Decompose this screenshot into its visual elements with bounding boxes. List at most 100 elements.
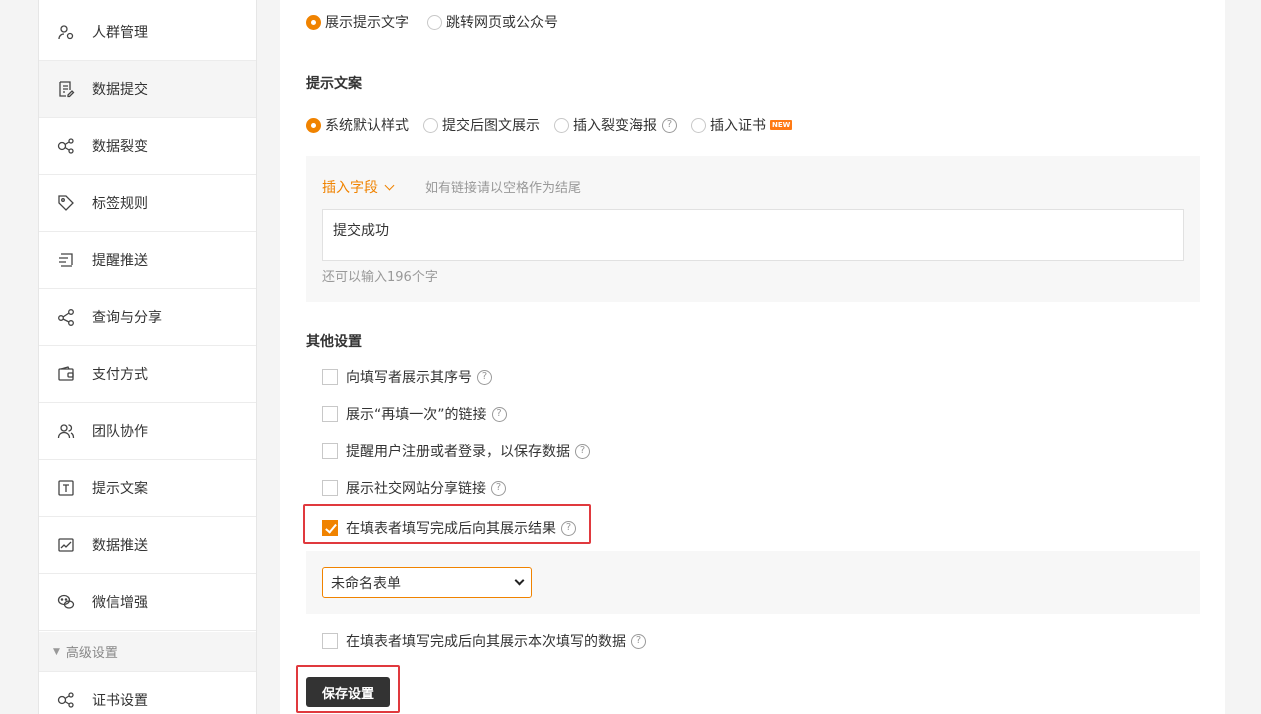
sidebar-item-label: 标签规则 <box>92 196 148 212</box>
sidebar-item-label: 提醒推送 <box>92 253 148 269</box>
tip-editor: 插入字段 如有链接请以空格作为结尾 提交成功 还可以输入196个字 <box>306 156 1200 302</box>
new-badge: NEW <box>770 120 793 130</box>
checkbox[interactable] <box>322 480 338 496</box>
radio-show-tip-text[interactable]: 展示提示文字 <box>306 12 409 32</box>
sidebar-item-tip-copy[interactable]: 提示文案 <box>39 460 256 517</box>
help-icon[interactable]: ? <box>631 633 646 649</box>
text-icon <box>56 478 76 498</box>
result-form-select[interactable]: 未命名表单 <box>322 567 532 598</box>
sidebar-item-data-submit[interactable]: 数据提交 <box>39 61 256 118</box>
audience-icon <box>56 22 76 42</box>
help-icon[interactable]: ? <box>575 443 590 459</box>
checkbox-checked[interactable] <box>322 520 338 536</box>
sidebar-item-audience[interactable]: 人群管理 <box>39 4 256 61</box>
checkbox-label: 向填写者展示其序号 <box>346 370 472 386</box>
checkbox-label: 在填表者填写完成后向其展示本次填写的数据 <box>346 634 626 650</box>
radio-dot[interactable] <box>427 14 442 30</box>
tip-style-radio-group: 系统默认样式 提交后图文展示 插入裂变海报 ? 插入证书 NEW <box>306 115 810 135</box>
radio-dot[interactable] <box>691 117 706 133</box>
checkbox-label: 展示“再填一次”的链接 <box>346 407 487 423</box>
link-hint: 如有链接请以空格作为结尾 <box>425 181 582 196</box>
chart-icon <box>56 535 76 555</box>
radio-label: 跳转网页或公众号 <box>446 15 558 31</box>
sidebar-item-label: 支付方式 <box>92 367 148 383</box>
chevron-down-icon <box>514 575 525 586</box>
tip-textarea[interactable]: 提交成功 <box>322 209 1184 261</box>
insert-field-dropdown[interactable]: 插入字段 <box>322 177 395 197</box>
help-icon[interactable]: ? <box>491 406 507 422</box>
help-icon[interactable]: ? <box>662 117 677 133</box>
result-form-select-panel: 未命名表单 <box>306 551 1200 614</box>
checkbox[interactable] <box>322 443 338 459</box>
checkbox-label: 提醒用户注册或者登录，以保存数据 <box>346 444 570 460</box>
after-submit-radio-group: 展示提示文字 跳转网页或公众号 <box>306 12 576 32</box>
radio-image-text[interactable]: 提交后图文展示 <box>423 115 540 135</box>
radio-dot[interactable] <box>554 117 569 133</box>
radio-label: 插入裂变海报 <box>573 118 657 134</box>
sidebar-item-tag-rules[interactable]: 标签规则 <box>39 175 256 232</box>
sidebar-item-wechat[interactable]: 微信增强 <box>39 574 256 631</box>
section-title-other-settings: 其他设置 <box>306 334 362 350</box>
sidebar-item-label: 微信增强 <box>92 595 148 611</box>
sidebar-item-label: 数据裂变 <box>92 139 148 155</box>
help-icon[interactable]: ? <box>561 520 576 536</box>
checkbox[interactable] <box>322 633 338 649</box>
checkbox-label: 展示社交网站分享链接 <box>346 481 486 497</box>
help-icon[interactable]: ? <box>477 369 492 385</box>
radio-label: 系统默认样式 <box>325 118 409 134</box>
sidebar-item-label: 数据推送 <box>92 538 148 554</box>
sidebar-item-certificate[interactable]: 证书设置 <box>39 672 256 714</box>
sidebar-item-label: 团队协作 <box>92 424 148 440</box>
sidebar-item-label: 提示文案 <box>92 481 148 497</box>
fission-icon <box>56 136 76 156</box>
radio-dot[interactable] <box>306 117 321 133</box>
wechat-icon <box>56 592 76 612</box>
chevron-down-icon <box>384 180 395 190</box>
radio-dot[interactable] <box>306 14 321 30</box>
select-value: 未命名表单 <box>331 575 401 592</box>
team-icon <box>56 421 76 441</box>
send-icon <box>56 250 76 270</box>
radio-fission-poster[interactable]: 插入裂变海报 ? <box>554 115 677 135</box>
char-counter: 还可以输入196个字 <box>322 270 438 285</box>
checkbox-label: 在填表者填写完成后向其展示结果 <box>346 521 556 537</box>
radio-default-style[interactable]: 系统默认样式 <box>306 115 409 135</box>
section-title-tip-copy: 提示文案 <box>306 76 362 92</box>
radio-label: 展示提示文字 <box>325 15 409 31</box>
sidebar: 人群管理 数据提交 数据裂变 标签规则 提醒推送 查询与分享 支付方式 团队协作… <box>38 0 257 714</box>
radio-label: 提交后图文展示 <box>442 118 540 134</box>
checkbox-show-serial[interactable]: 向填写者展示其序号 ? <box>322 367 492 387</box>
tag-icon <box>56 193 76 213</box>
sidebar-item-label: 数据提交 <box>92 82 148 98</box>
radio-certificate[interactable]: 插入证书 NEW <box>691 115 793 135</box>
save-settings-button[interactable]: 保存设置 <box>306 677 390 707</box>
sidebar-item-query-share[interactable]: 查询与分享 <box>39 289 256 346</box>
help-icon[interactable]: ? <box>491 480 506 496</box>
checkbox[interactable] <box>322 406 338 422</box>
document-edit-icon <box>56 79 76 99</box>
sidebar-group-advanced[interactable]: ▼ 高级设置 <box>39 632 256 672</box>
caret-down-icon: ▼ <box>53 646 60 657</box>
checkbox-remind-register[interactable]: 提醒用户注册或者登录，以保存数据 ? <box>322 441 590 461</box>
sidebar-item-reminder-push[interactable]: 提醒推送 <box>39 232 256 289</box>
checkbox-social-share[interactable]: 展示社交网站分享链接 ? <box>322 478 506 498</box>
sidebar-item-payment[interactable]: 支付方式 <box>39 346 256 403</box>
checkbox-fill-again-link[interactable]: 展示“再填一次”的链接 ? <box>322 404 507 424</box>
wallet-icon <box>56 364 76 384</box>
checkbox-show-results[interactable]: 在填表者填写完成后向其展示结果 ? <box>322 518 576 538</box>
sidebar-item-label: 查询与分享 <box>92 310 162 326</box>
checkbox-show-submitted-data[interactable]: 在填表者填写完成后向其展示本次填写的数据 ? <box>322 631 646 651</box>
sidebar-item-team[interactable]: 团队协作 <box>39 403 256 460</box>
insert-field-label: 插入字段 <box>322 180 378 196</box>
sidebar-item-label: 人群管理 <box>92 25 148 41</box>
sidebar-group-label: 高级设置 <box>65 646 118 661</box>
sidebar-item-fission[interactable]: 数据裂变 <box>39 118 256 175</box>
sidebar-item-label: 证书设置 <box>92 693 148 709</box>
radio-label: 插入证书 <box>710 118 766 134</box>
radio-dot[interactable] <box>423 117 438 133</box>
sidebar-item-data-push[interactable]: 数据推送 <box>39 517 256 574</box>
share-icon <box>56 307 76 327</box>
certificate-icon <box>56 690 76 710</box>
checkbox[interactable] <box>322 369 338 385</box>
radio-redirect[interactable]: 跳转网页或公众号 <box>427 12 558 32</box>
